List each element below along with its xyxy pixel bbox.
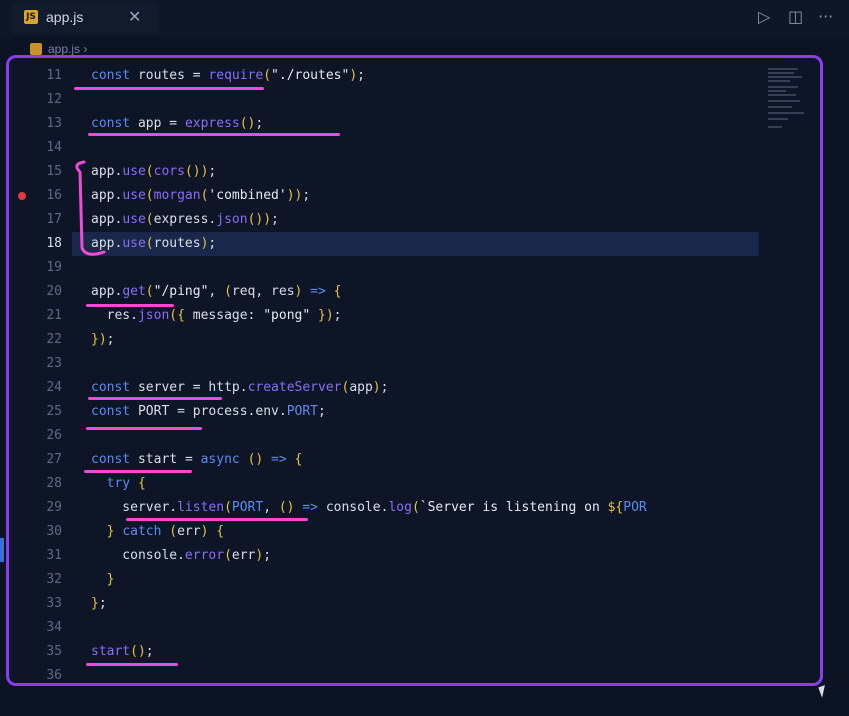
annotation-underline [88,133,340,136]
annotation-underline [84,470,192,473]
annotation-underline [88,397,222,400]
annotation-underline [86,427,202,430]
annotation-bracket [75,160,106,256]
annotation-underline [86,663,178,666]
annotation-overlay [75,160,106,256]
editor-window: JS app.js ✕ ▷ ◫ ··· app.js › 11 const rou… [0,0,849,716]
annotation-underline [126,518,308,521]
annotation-underline [86,304,174,307]
annotation-underline [74,87,264,90]
